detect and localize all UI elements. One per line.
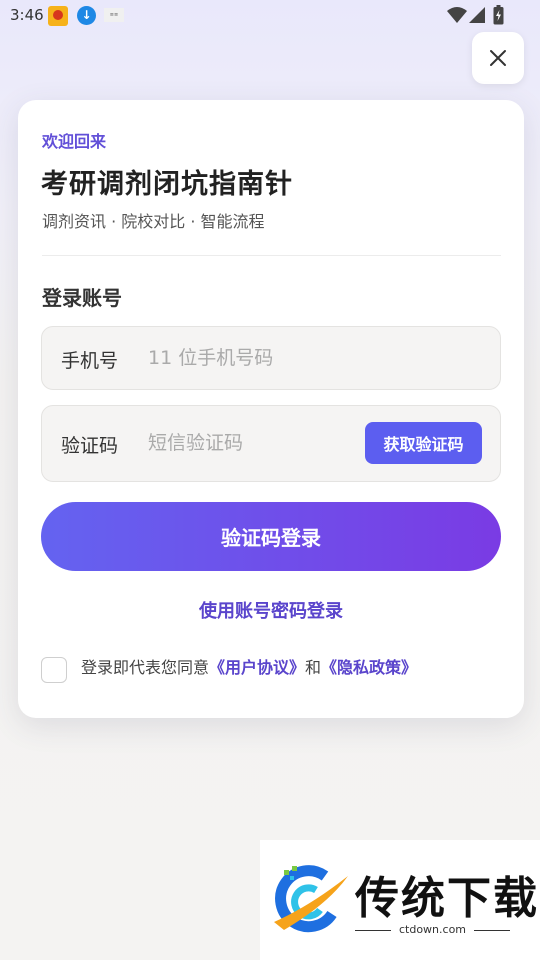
divider xyxy=(42,255,501,256)
watermark-url: ctdown.com xyxy=(355,923,510,936)
phone-field: 手机号 xyxy=(41,326,501,390)
password-login-link[interactable]: 使用账号密码登录 xyxy=(18,597,524,623)
close-button[interactable] xyxy=(472,32,524,84)
battery-icon xyxy=(493,5,504,25)
status-bar: 3:46 ↓ ≡≡ xyxy=(0,0,540,30)
agreement-conjunction: 和 xyxy=(305,658,322,677)
welcome-text: 欢迎回来 xyxy=(42,132,107,151)
section-title: 登录账号 xyxy=(42,286,122,310)
phone-label: 手机号 xyxy=(61,350,119,372)
signal-icon xyxy=(469,7,485,23)
code-label: 验证码 xyxy=(61,435,119,457)
page-title: 考研调剂闭坑指南针 xyxy=(41,169,293,200)
download-icon: ↓ xyxy=(77,6,96,25)
login-button[interactable]: 验证码登录 xyxy=(41,502,501,571)
brand-logo-icon xyxy=(274,865,348,933)
code-field: 验证码 获取验证码 xyxy=(41,405,501,482)
user-agreement-link[interactable]: 《用户协议》 xyxy=(209,658,305,677)
agreement-text: 登录即代表您同意《用户协议》和《隐私政策》 xyxy=(81,654,417,678)
get-code-button[interactable]: 获取验证码 xyxy=(365,422,482,464)
status-time: 3:46 xyxy=(10,6,44,24)
close-icon xyxy=(490,50,506,66)
watermark-brand: 传统下载 xyxy=(355,873,539,924)
agreement-checkbox[interactable] xyxy=(41,657,67,683)
agreement-prefix: 登录即代表您同意 xyxy=(81,658,210,677)
page-subtitle: 调剂资讯 · 院校对比 · 智能流程 xyxy=(42,212,265,231)
code-input[interactable] xyxy=(146,429,350,457)
app-icon: ≡≡ xyxy=(104,8,124,22)
wifi-icon xyxy=(447,7,467,23)
phone-input[interactable] xyxy=(146,344,480,372)
privacy-policy-link[interactable]: 《隐私政策》 xyxy=(321,658,417,677)
login-card: 欢迎回来 考研调剂闭坑指南针 调剂资讯 · 院校对比 · 智能流程 登录账号 手… xyxy=(18,100,524,718)
watermark: 传统下载 ctdown.com xyxy=(260,840,540,960)
app-notification-icon xyxy=(48,6,68,26)
